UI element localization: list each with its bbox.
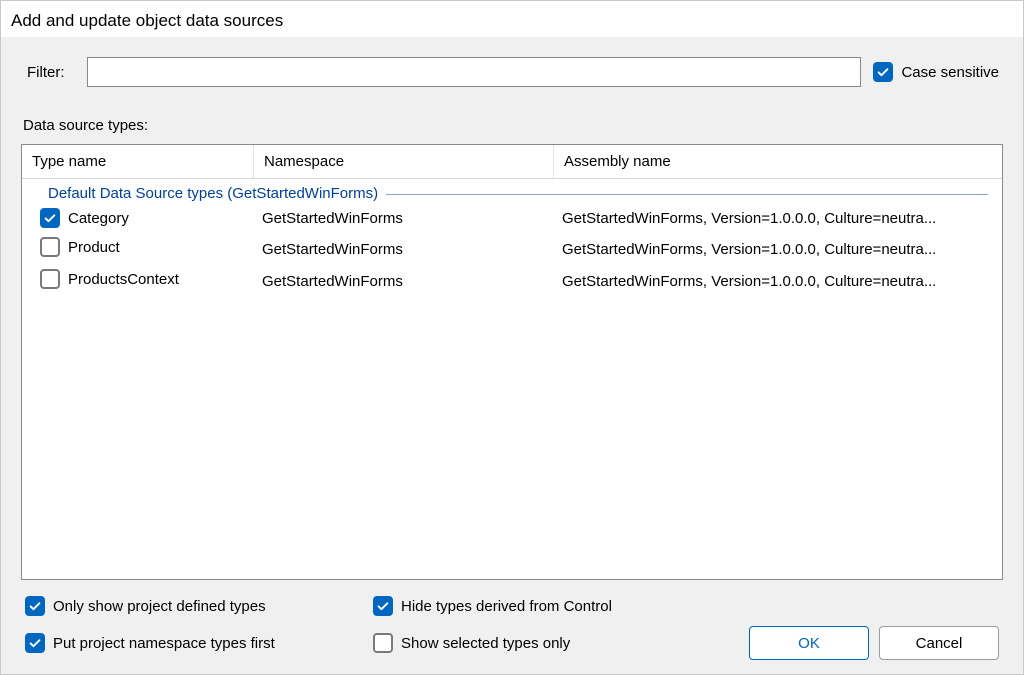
row-namespace: GetStartedWinForms: [262, 241, 562, 258]
cancel-button[interactable]: Cancel: [879, 626, 999, 660]
row-assembly: GetStartedWinForms, Version=1.0.0.0, Cul…: [562, 210, 994, 227]
case-sensitive-checkbox[interactable]: [873, 62, 893, 82]
bottom-options: Only show project defined types Hide typ…: [21, 590, 1003, 662]
opt-project-ns-first-label: Put project namespace types first: [53, 635, 275, 652]
row-assembly: GetStartedWinForms, Version=1.0.0.0, Cul…: [562, 273, 994, 290]
case-sensitive-label: Case sensitive: [901, 64, 999, 81]
row-checkbox[interactable]: [40, 269, 60, 289]
opt-only-project-types[interactable]: Only show project defined types: [25, 596, 365, 616]
row-namespace: GetStartedWinForms: [262, 210, 562, 227]
opt-hide-derived-control[interactable]: Hide types derived from Control: [373, 596, 711, 616]
case-sensitive-option[interactable]: Case sensitive: [873, 62, 999, 82]
table-row[interactable]: ProductsContext GetStartedWinFormsGetStar…: [30, 265, 994, 297]
opt-show-selected-only-checkbox[interactable]: [373, 633, 393, 653]
ok-button[interactable]: OK: [749, 626, 869, 660]
types-section-label: Data source types:: [21, 117, 1003, 134]
grid-header: Type name Namespace Assembly name: [22, 145, 1002, 179]
row-type-name: Category: [68, 210, 129, 227]
row-namespace: GetStartedWinForms: [262, 273, 562, 290]
opt-project-ns-first[interactable]: Put project namespace types first: [25, 633, 365, 653]
col-namespace[interactable]: Namespace: [254, 145, 554, 178]
filter-label: Filter:: [27, 64, 75, 81]
row-checkbox[interactable]: [40, 208, 60, 228]
check-icon: [28, 636, 42, 650]
table-row[interactable]: Category GetStartedWinFormsGetStartedWinF…: [30, 204, 994, 233]
dialog-title: Add and update object data sources: [1, 1, 1023, 37]
opt-hide-derived-control-label: Hide types derived from Control: [401, 598, 612, 615]
check-icon: [876, 65, 890, 79]
col-type-name[interactable]: Type name: [22, 145, 254, 178]
group-header-row[interactable]: Default Data Source types (GetStartedWin…: [30, 183, 994, 204]
group-header-text: Default Data Source types (GetStartedWin…: [48, 185, 378, 202]
grid-body: Default Data Source types (GetStartedWin…: [22, 179, 1002, 579]
opt-show-selected-only[interactable]: Show selected types only: [373, 633, 711, 653]
opt-only-project-types-label: Only show project defined types: [53, 598, 266, 615]
group-divider: [386, 194, 988, 195]
types-grid: Type name Namespace Assembly name Defaul…: [21, 144, 1003, 580]
opt-show-selected-only-label: Show selected types only: [401, 635, 570, 652]
row-type-name: Product: [68, 239, 120, 256]
filter-row: Filter: Case sensitive: [21, 53, 1003, 97]
row-checkbox[interactable]: [40, 237, 60, 257]
row-type-name: ProductsContext: [68, 271, 179, 288]
opt-only-project-types-checkbox[interactable]: [25, 596, 45, 616]
check-icon: [28, 599, 42, 613]
opt-project-ns-first-checkbox[interactable]: [25, 633, 45, 653]
dialog-add-update-data-sources: Add and update object data sources Filte…: [0, 0, 1024, 675]
filter-input[interactable]: [87, 57, 861, 87]
table-row[interactable]: Product GetStartedWinFormsGetStartedWinFo…: [30, 233, 994, 265]
dialog-button-row: OK Cancel: [719, 626, 999, 660]
check-icon: [376, 599, 390, 613]
opt-hide-derived-control-checkbox[interactable]: [373, 596, 393, 616]
dialog-body: Filter: Case sensitive Data source types…: [1, 37, 1023, 674]
check-icon: [43, 211, 57, 225]
col-assembly-name[interactable]: Assembly name: [554, 145, 1002, 178]
row-assembly: GetStartedWinForms, Version=1.0.0.0, Cul…: [562, 241, 994, 258]
